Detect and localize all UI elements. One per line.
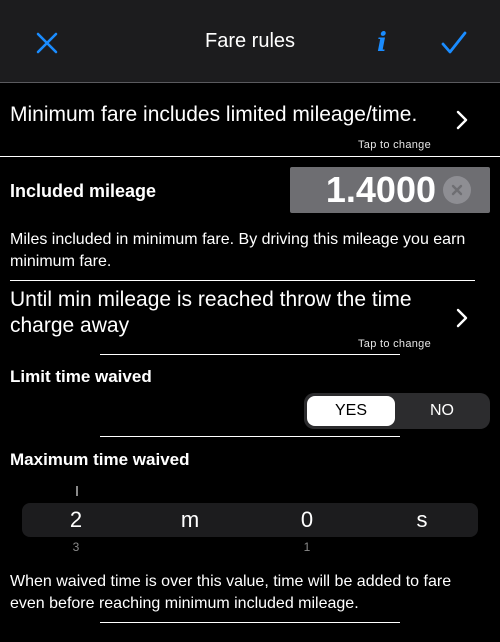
done-button[interactable]: [436, 26, 472, 60]
minutes-next: 3: [72, 540, 80, 554]
included-mileage-label: Included mileage: [10, 181, 157, 201]
seconds-next: 1: [303, 540, 311, 554]
page-title: Fare rules: [204, 30, 296, 52]
clear-icon: [451, 184, 463, 196]
included-mileage-value[interactable]: 1.4000: [300, 169, 436, 211]
clear-button[interactable]: [443, 176, 471, 204]
divider: [100, 354, 400, 355]
segment-no[interactable]: NO: [397, 396, 487, 426]
time-charge-hint: Tap to change: [358, 338, 432, 350]
divider: [0, 156, 500, 157]
minutes-unit: m: [180, 507, 200, 532]
seconds-unit: s: [416, 507, 428, 532]
divider: [100, 436, 400, 437]
checkmark-icon: [441, 31, 467, 54]
max-time-description: When waived time is over this value, tim…: [10, 573, 452, 612]
fare-mode-hint: Tap to change: [358, 139, 432, 151]
seconds-value[interactable]: 0: [287, 507, 327, 533]
chevron-right-icon: [456, 308, 468, 328]
info-button[interactable]: i: [368, 26, 396, 60]
included-mileage-description: Miles included in minimum fare. By drivi…: [10, 231, 466, 270]
divider: [100, 622, 400, 623]
navbar-separator: [0, 82, 500, 83]
chevron-right-icon: [456, 110, 468, 130]
max-time-label: Maximum time waived: [10, 450, 190, 469]
limit-time-label: Limit time waived: [10, 367, 152, 386]
picker-tick: [76, 486, 78, 496]
segment-yes[interactable]: YES: [307, 396, 395, 426]
time-charge-label: Until min mileage is reached throw the t…: [10, 288, 412, 337]
minutes-value[interactable]: 2: [56, 507, 96, 533]
divider: [10, 280, 475, 281]
fare-mode-label: Minimum fare includes limited mileage/ti…: [10, 103, 418, 126]
